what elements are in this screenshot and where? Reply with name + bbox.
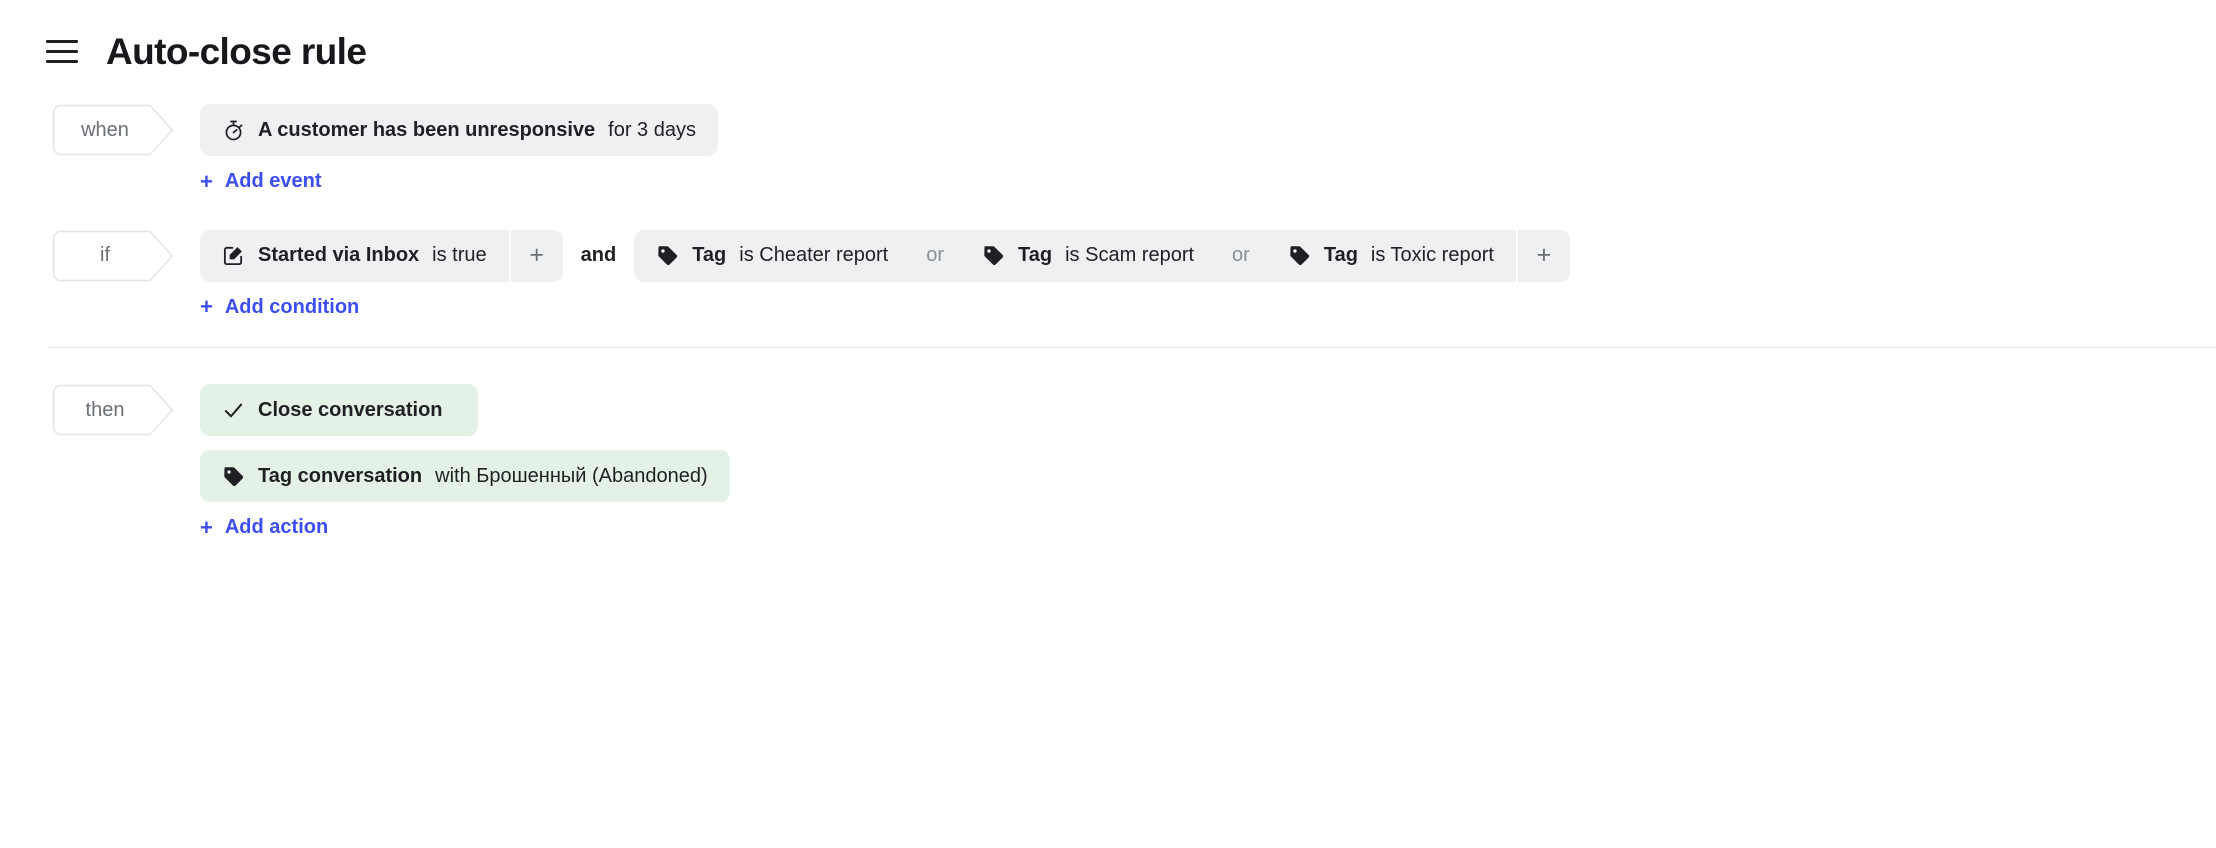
condition-chip-started-via-inbox[interactable]: Started via Inbox is true [200,229,509,282]
hamburger-bar [46,49,78,53]
tag-icon [984,246,1004,266]
action-list-row-1: Close conversation [200,384,2216,436]
condition-chip-value-text: is Scam report [1065,244,1195,266]
condition-joiner-or: or [910,229,961,282]
add-condition-to-group-1-button[interactable]: + [510,229,563,282]
if-label-text: if [100,244,110,266]
check-icon [224,403,243,417]
action-list-row-2: Tag conversation with Брошенный (Abandon… [200,450,2216,502]
hamburger-bar [46,39,78,43]
action-chip-bold-text: Close conversation [258,398,443,421]
condition-chip-value-text: is Toxic report [1370,244,1494,266]
hamburger-bar [46,59,78,63]
group-joiner-and: and [580,244,617,266]
condition-chip-bold-text: Tag [692,244,727,266]
condition-chip-tag-cheater-report[interactable]: Tag is Cheater report [634,229,911,282]
then-label-tag: then [52,384,174,436]
if-content: Started via Inbox is true + and Tag is C… [174,229,2216,320]
condition-chip-tag-scam-report[interactable]: Tag is Scam report [960,229,1217,282]
add-event-label: Add event [224,170,322,192]
hamburger-menu-icon[interactable] [46,34,80,68]
when-row: when A customer has been unresponsive fo… [0,104,2216,194]
action-chip-tag-conversation[interactable]: Tag conversation with Брошенный (Abandon… [200,450,730,502]
if-label-tag: if [52,230,174,282]
action-chip-bold-text: Tag conversation [258,464,423,487]
when-label-text: when [81,118,129,141]
tag-icon [224,466,244,486]
add-condition-to-group-2-button[interactable]: + [1517,229,1570,282]
event-chip-bold-text: A customer has been unresponsive [258,118,596,141]
condition-chip-value-text: is true [432,244,487,266]
page-title: Auto-close rule [106,30,367,72]
add-action-label: Add action [224,516,329,538]
stopwatch-icon [225,120,243,140]
then-row: then Close conversation Tag conversation… [0,384,2216,540]
plus-icon: + [200,168,213,194]
then-content: Close conversation Tag conversation with… [174,384,2216,540]
condition-chip-bold-text: Started via Inbox [258,244,420,266]
condition-chip-value-text: is Cheater report [739,244,889,266]
when-label-tag: when [52,104,174,156]
if-row: if Started via Inbox is true + and Tag i… [0,229,2216,320]
action-chip-value-text: with Брошенный (Abandoned) [435,464,708,487]
when-event-list: A customer has been unresponsive for 3 d… [200,104,2216,156]
condition-chip-bold-text: Tag [1323,244,1358,266]
condition-chip-bold-text: Tag [1018,244,1053,266]
condition-group-list: Started via Inbox is true + and Tag is C… [200,229,2216,282]
add-condition-label: Add condition [224,295,360,318]
tag-icon [1290,246,1309,266]
edit-square-icon [223,246,243,266]
condition-chip-tag-toxic-report[interactable]: Tag is Toxic report [1265,229,1516,282]
event-chip-unresponsive[interactable]: A customer has been unresponsive for 3 d… [200,104,718,156]
add-event-link[interactable]: + Add event [200,170,322,193]
page-header: Auto-close rule [0,0,2216,80]
add-condition-link[interactable]: + Add condition [200,296,359,319]
plus-icon: + [200,514,213,540]
condition-joiner-or: or [1216,229,1266,282]
action-chip-close-conversation[interactable]: Close conversation [200,384,478,436]
add-action-link[interactable]: + Add action [200,516,328,539]
rule-builder: when A customer has been unresponsive fo… [0,80,2216,540]
event-chip-value-text: for 3 days [608,118,696,141]
plus-icon: + [200,294,213,319]
when-content: A customer has been unresponsive for 3 d… [174,104,2216,194]
then-label-text: then [85,398,125,421]
tag-icon [658,246,678,266]
